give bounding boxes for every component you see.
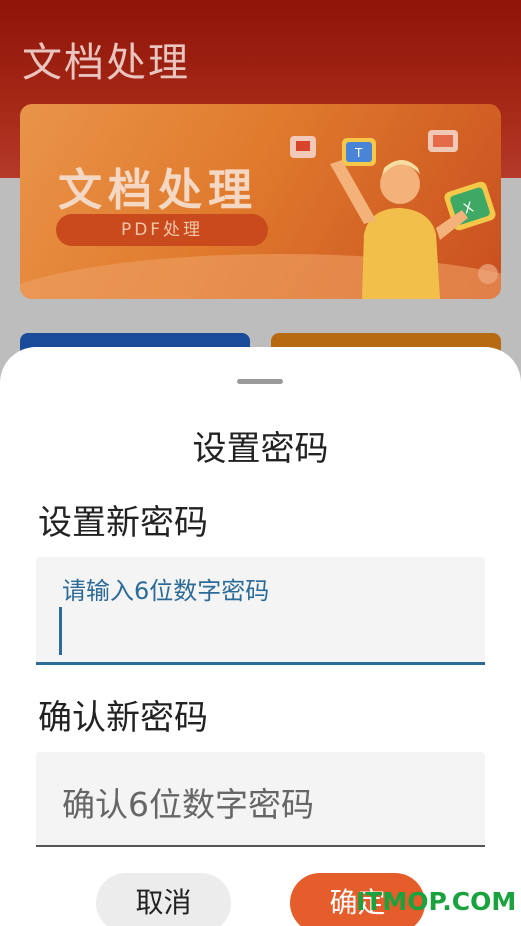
cancel-button[interactable]: 取消: [96, 873, 231, 926]
new-password-field[interactable]: 请输入6位数字密码: [36, 557, 485, 665]
sheet-drag-handle[interactable]: [237, 379, 283, 384]
new-password-placeholder: 请输入6位数字密码: [62, 577, 270, 605]
banner-title: 文档处理: [58, 165, 258, 216]
confirm-password-field[interactable]: 确认6位数字密码: [36, 752, 485, 847]
watermark: ITMOP.COM: [356, 887, 517, 916]
banner[interactable]: 文档处理 PDF处理 T X: [20, 104, 501, 299]
confirm-password-label: 确认新密码: [38, 698, 208, 738]
text-cursor: [59, 607, 62, 655]
new-password-label: 设置新密码: [38, 503, 208, 543]
confirm-password-placeholder: 确认6位数字密码: [62, 785, 314, 824]
dialog-title: 设置密码: [192, 429, 329, 469]
app-title: 文档处理: [22, 40, 190, 86]
svg-text:T: T: [354, 146, 363, 160]
password-dialog-sheet: 设置密码 设置新密码 请输入6位数字密码 确认新密码 确认6位数字密码 取消 确…: [0, 347, 521, 926]
person-illustration-icon: T X: [290, 130, 498, 299]
banner-subtitle-pill: PDF处理: [56, 214, 268, 246]
